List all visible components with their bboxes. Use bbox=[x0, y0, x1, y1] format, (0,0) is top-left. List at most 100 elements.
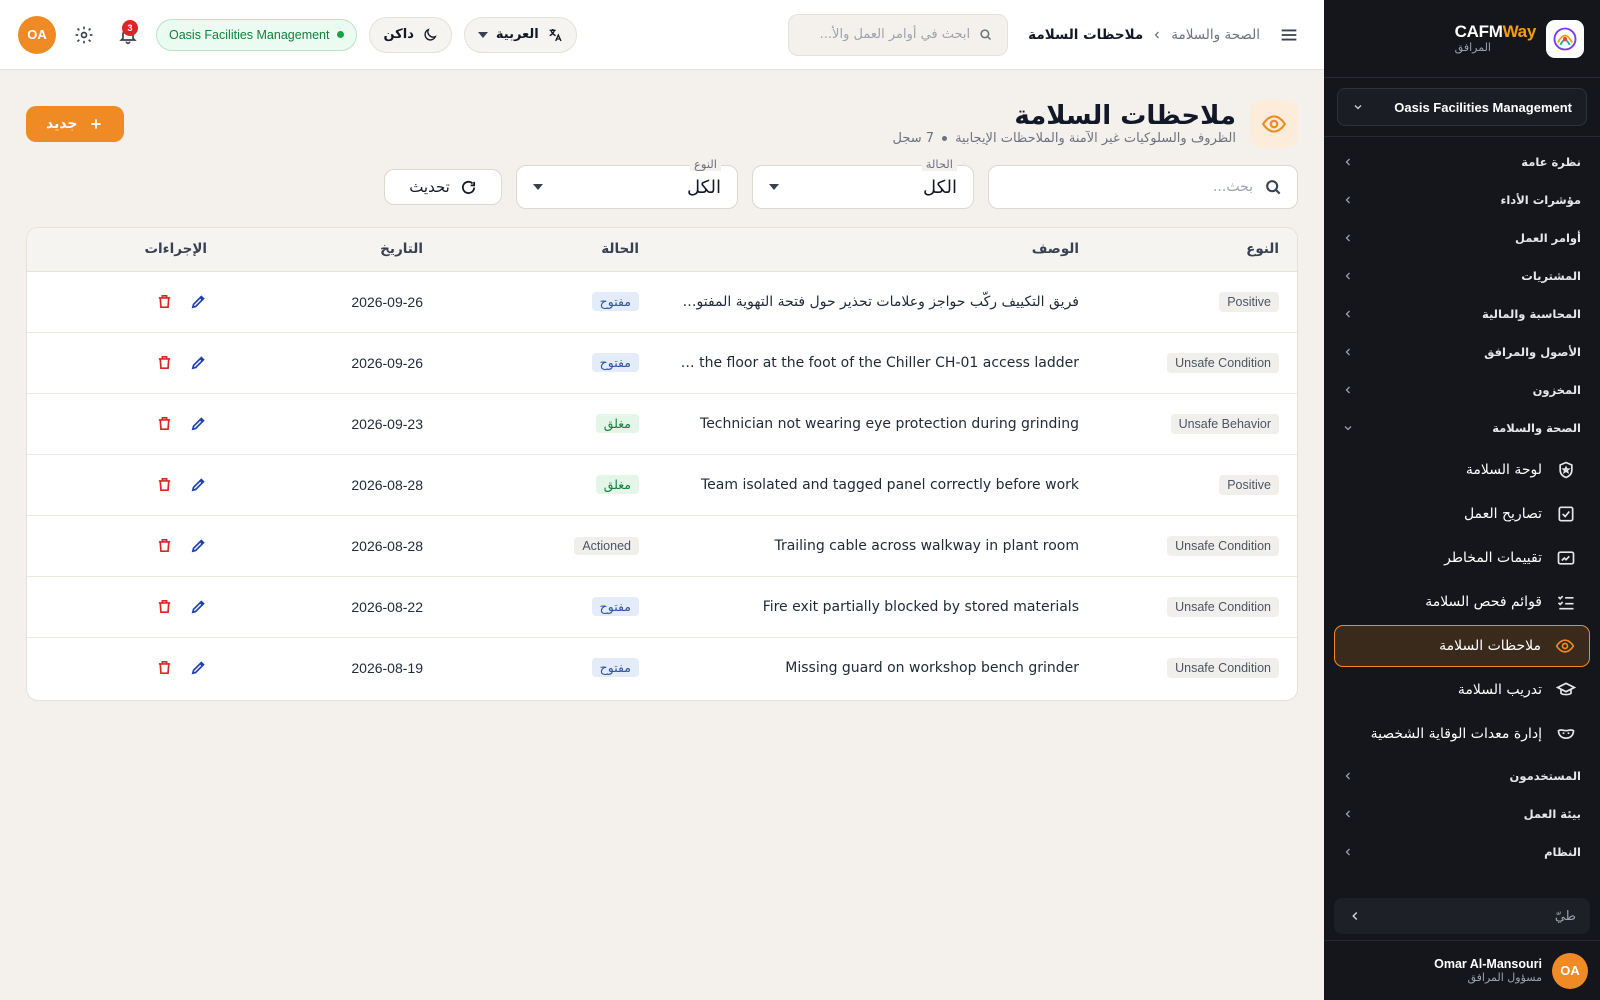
table-row[interactable]: Unsafe Condition Missing guard on worksh… bbox=[27, 637, 1297, 698]
nav-group-work-orders[interactable]: أوامر العمل bbox=[1332, 219, 1592, 257]
gear-icon bbox=[75, 26, 93, 43]
table-search-input[interactable]: بحث... bbox=[988, 165, 1298, 209]
status-badge: مغلق bbox=[595, 475, 639, 494]
sidebar-collapse[interactable]: طيّ bbox=[1334, 898, 1590, 934]
theme-toggle[interactable]: داكن bbox=[369, 16, 452, 53]
date-cell: 2026-08-22 bbox=[225, 576, 441, 638]
theme-value: داكن bbox=[383, 27, 414, 42]
delete-button[interactable] bbox=[155, 354, 173, 372]
delete-button[interactable] bbox=[155, 415, 173, 433]
date-cell: 2026-08-19 bbox=[351, 659, 423, 676]
chevron-left-icon bbox=[1345, 348, 1350, 356]
delete-button[interactable] bbox=[155, 598, 173, 616]
topbar: الصحة والسلامة ملاحظات السلامة ابحث في أ… bbox=[0, 0, 1324, 70]
nav-group-users[interactable]: المستخدمون bbox=[1332, 757, 1592, 795]
sidebar-item-risk-assessments[interactable]: تقييمات المخاطر bbox=[1334, 537, 1590, 579]
table-row[interactable]: Positive فريق التكييف ركّب حواجز وعلامات… bbox=[27, 271, 1297, 333]
breadcrumb-parent[interactable]: الصحة والسلامة bbox=[1171, 27, 1260, 43]
type-filter[interactable]: النوع الكل bbox=[516, 157, 738, 209]
column-header-description[interactable]: الوصف bbox=[657, 228, 1097, 272]
notifications-button[interactable]: 3 bbox=[112, 19, 144, 51]
column-header-date[interactable]: التاريخ bbox=[225, 228, 441, 272]
nav-group-kpis[interactable]: مؤشرات الأداء bbox=[1332, 181, 1592, 219]
chevron-left-icon bbox=[1345, 272, 1350, 280]
plus-icon bbox=[90, 119, 101, 129]
description-cell: Trailing cable across walkway in plant r… bbox=[657, 515, 1097, 577]
nav-group-health-safety[interactable]: الصحة والسلامة bbox=[1332, 409, 1592, 447]
pencil-icon bbox=[191, 539, 205, 553]
org-selector[interactable]: Oasis Facilities Management bbox=[1337, 88, 1587, 126]
date-cell: 2026-09-23 bbox=[225, 393, 441, 455]
caret-down-icon bbox=[533, 184, 543, 190]
sidebar-item-safety-dashboard[interactable]: لوحة السلامة bbox=[1334, 449, 1590, 491]
edit-button[interactable] bbox=[189, 598, 207, 616]
nav-group-workspace[interactable]: بيئة العمل bbox=[1332, 795, 1592, 833]
type-filter-value: الكل bbox=[686, 176, 721, 198]
tenant-badge: Oasis Facilities Management bbox=[156, 18, 358, 51]
main-content: الصحة والسلامة ملاحظات السلامة ابحث في أ… bbox=[0, 0, 1324, 1000]
nav-group-overview[interactable]: نظرة عامة bbox=[1332, 143, 1592, 181]
edit-button[interactable] bbox=[189, 293, 207, 311]
column-header-type[interactable]: النوع bbox=[1097, 228, 1297, 272]
page-header: ملاحظات السلامة الظروف والسلوكيات غير ال… bbox=[26, 98, 1298, 150]
edit-button[interactable] bbox=[189, 659, 207, 677]
menu-button[interactable] bbox=[1272, 18, 1306, 52]
delete-button[interactable] bbox=[155, 293, 173, 311]
refresh-button[interactable]: تحديث bbox=[384, 169, 502, 205]
status-badge: مغلق bbox=[595, 414, 639, 433]
edit-button[interactable] bbox=[189, 354, 207, 372]
type-chip: Unsafe Condition bbox=[1167, 535, 1279, 556]
column-header-status[interactable]: الحالة bbox=[441, 228, 657, 272]
sidebar-item-ppe-management[interactable]: إدارة معدات الوقاية الشخصية bbox=[1334, 713, 1590, 755]
language-selector[interactable]: العربية bbox=[463, 16, 577, 53]
chevron-left-icon bbox=[1154, 31, 1160, 38]
pencil-icon bbox=[191, 600, 205, 614]
status-filter[interactable]: الحالة الكل bbox=[752, 157, 974, 209]
chevron-left-icon bbox=[1345, 810, 1350, 818]
brand-logo-icon bbox=[1546, 19, 1584, 58]
topbar-avatar[interactable]: OA bbox=[18, 15, 56, 54]
nav-group-assets[interactable]: الأصول والمرافق bbox=[1332, 333, 1592, 371]
refresh-label: تحديث bbox=[409, 178, 450, 196]
edit-button[interactable] bbox=[189, 476, 207, 494]
date-cell: 2026-09-26 bbox=[225, 332, 441, 394]
chevron-left-icon bbox=[1345, 196, 1350, 204]
delete-button[interactable] bbox=[155, 476, 173, 494]
chevron-left-icon bbox=[1345, 310, 1350, 318]
settings-button[interactable] bbox=[68, 19, 100, 51]
nav-group-system[interactable]: النظام bbox=[1332, 833, 1592, 871]
status-badge: مفتوح bbox=[591, 658, 639, 678]
sidebar-item-safety-observations[interactable]: ملاحظات السلامة bbox=[1334, 625, 1590, 667]
date-cell: 2026-08-28 bbox=[225, 454, 441, 516]
sidebar-user[interactable]: OA Omar Al-Mansouri مسؤول المرافق bbox=[1324, 940, 1600, 1000]
table-row[interactable]: Unsafe Behavior Technician not wearing e… bbox=[27, 393, 1297, 455]
description-cell: Missing guard on workshop bench grinder bbox=[785, 659, 1079, 676]
table-row[interactable]: Unsafe Condition Fire exit partially blo… bbox=[27, 576, 1297, 638]
table-row[interactable]: Positive Team isolated and tagged panel … bbox=[27, 454, 1297, 516]
separator-dot bbox=[942, 136, 948, 142]
moon-icon bbox=[424, 27, 437, 41]
sidebar-nav: نظرة عامة مؤشرات الأداء أوامر العمل المش… bbox=[1324, 143, 1600, 871]
nav-group-procurement[interactable]: المشتريات bbox=[1332, 257, 1592, 295]
status-badge: Actioned bbox=[574, 536, 639, 555]
delete-button[interactable] bbox=[155, 537, 173, 555]
notification-badge: 3 bbox=[122, 19, 138, 36]
new-button[interactable]: جديد bbox=[26, 106, 124, 142]
type-chip: Unsafe Condition bbox=[1167, 596, 1279, 617]
nav-subitems: لوحة السلامة تصاريح العمل تقييمات المخاط… bbox=[1332, 449, 1592, 755]
sidebar-item-work-permits[interactable]: تصاريح العمل bbox=[1334, 493, 1590, 535]
description-cell: Technician not wearing eye protection du… bbox=[657, 393, 1097, 455]
edit-button[interactable] bbox=[189, 537, 207, 555]
edit-button[interactable] bbox=[189, 415, 207, 433]
sidebar-item-safety-training[interactable]: تدريب السلامة bbox=[1334, 669, 1590, 711]
nav-group-finance[interactable]: المحاسبة والمالية bbox=[1332, 295, 1592, 333]
status-badge: مفتوح bbox=[591, 292, 639, 311]
global-search-input[interactable]: ابحث في أوامر العمل والأ... bbox=[788, 13, 1009, 56]
table-row[interactable]: Unsafe Condition Trailing cable across w… bbox=[27, 515, 1297, 577]
trash-icon bbox=[158, 294, 170, 309]
pencil-icon bbox=[191, 295, 205, 309]
sidebar-item-safety-checklists[interactable]: قوائم فحص السلامة bbox=[1334, 581, 1590, 623]
nav-group-inventory[interactable]: المخزون bbox=[1332, 371, 1592, 409]
table-row[interactable]: Unsafe Condition Compressor oil on the f… bbox=[27, 332, 1297, 394]
delete-button[interactable] bbox=[155, 659, 173, 677]
